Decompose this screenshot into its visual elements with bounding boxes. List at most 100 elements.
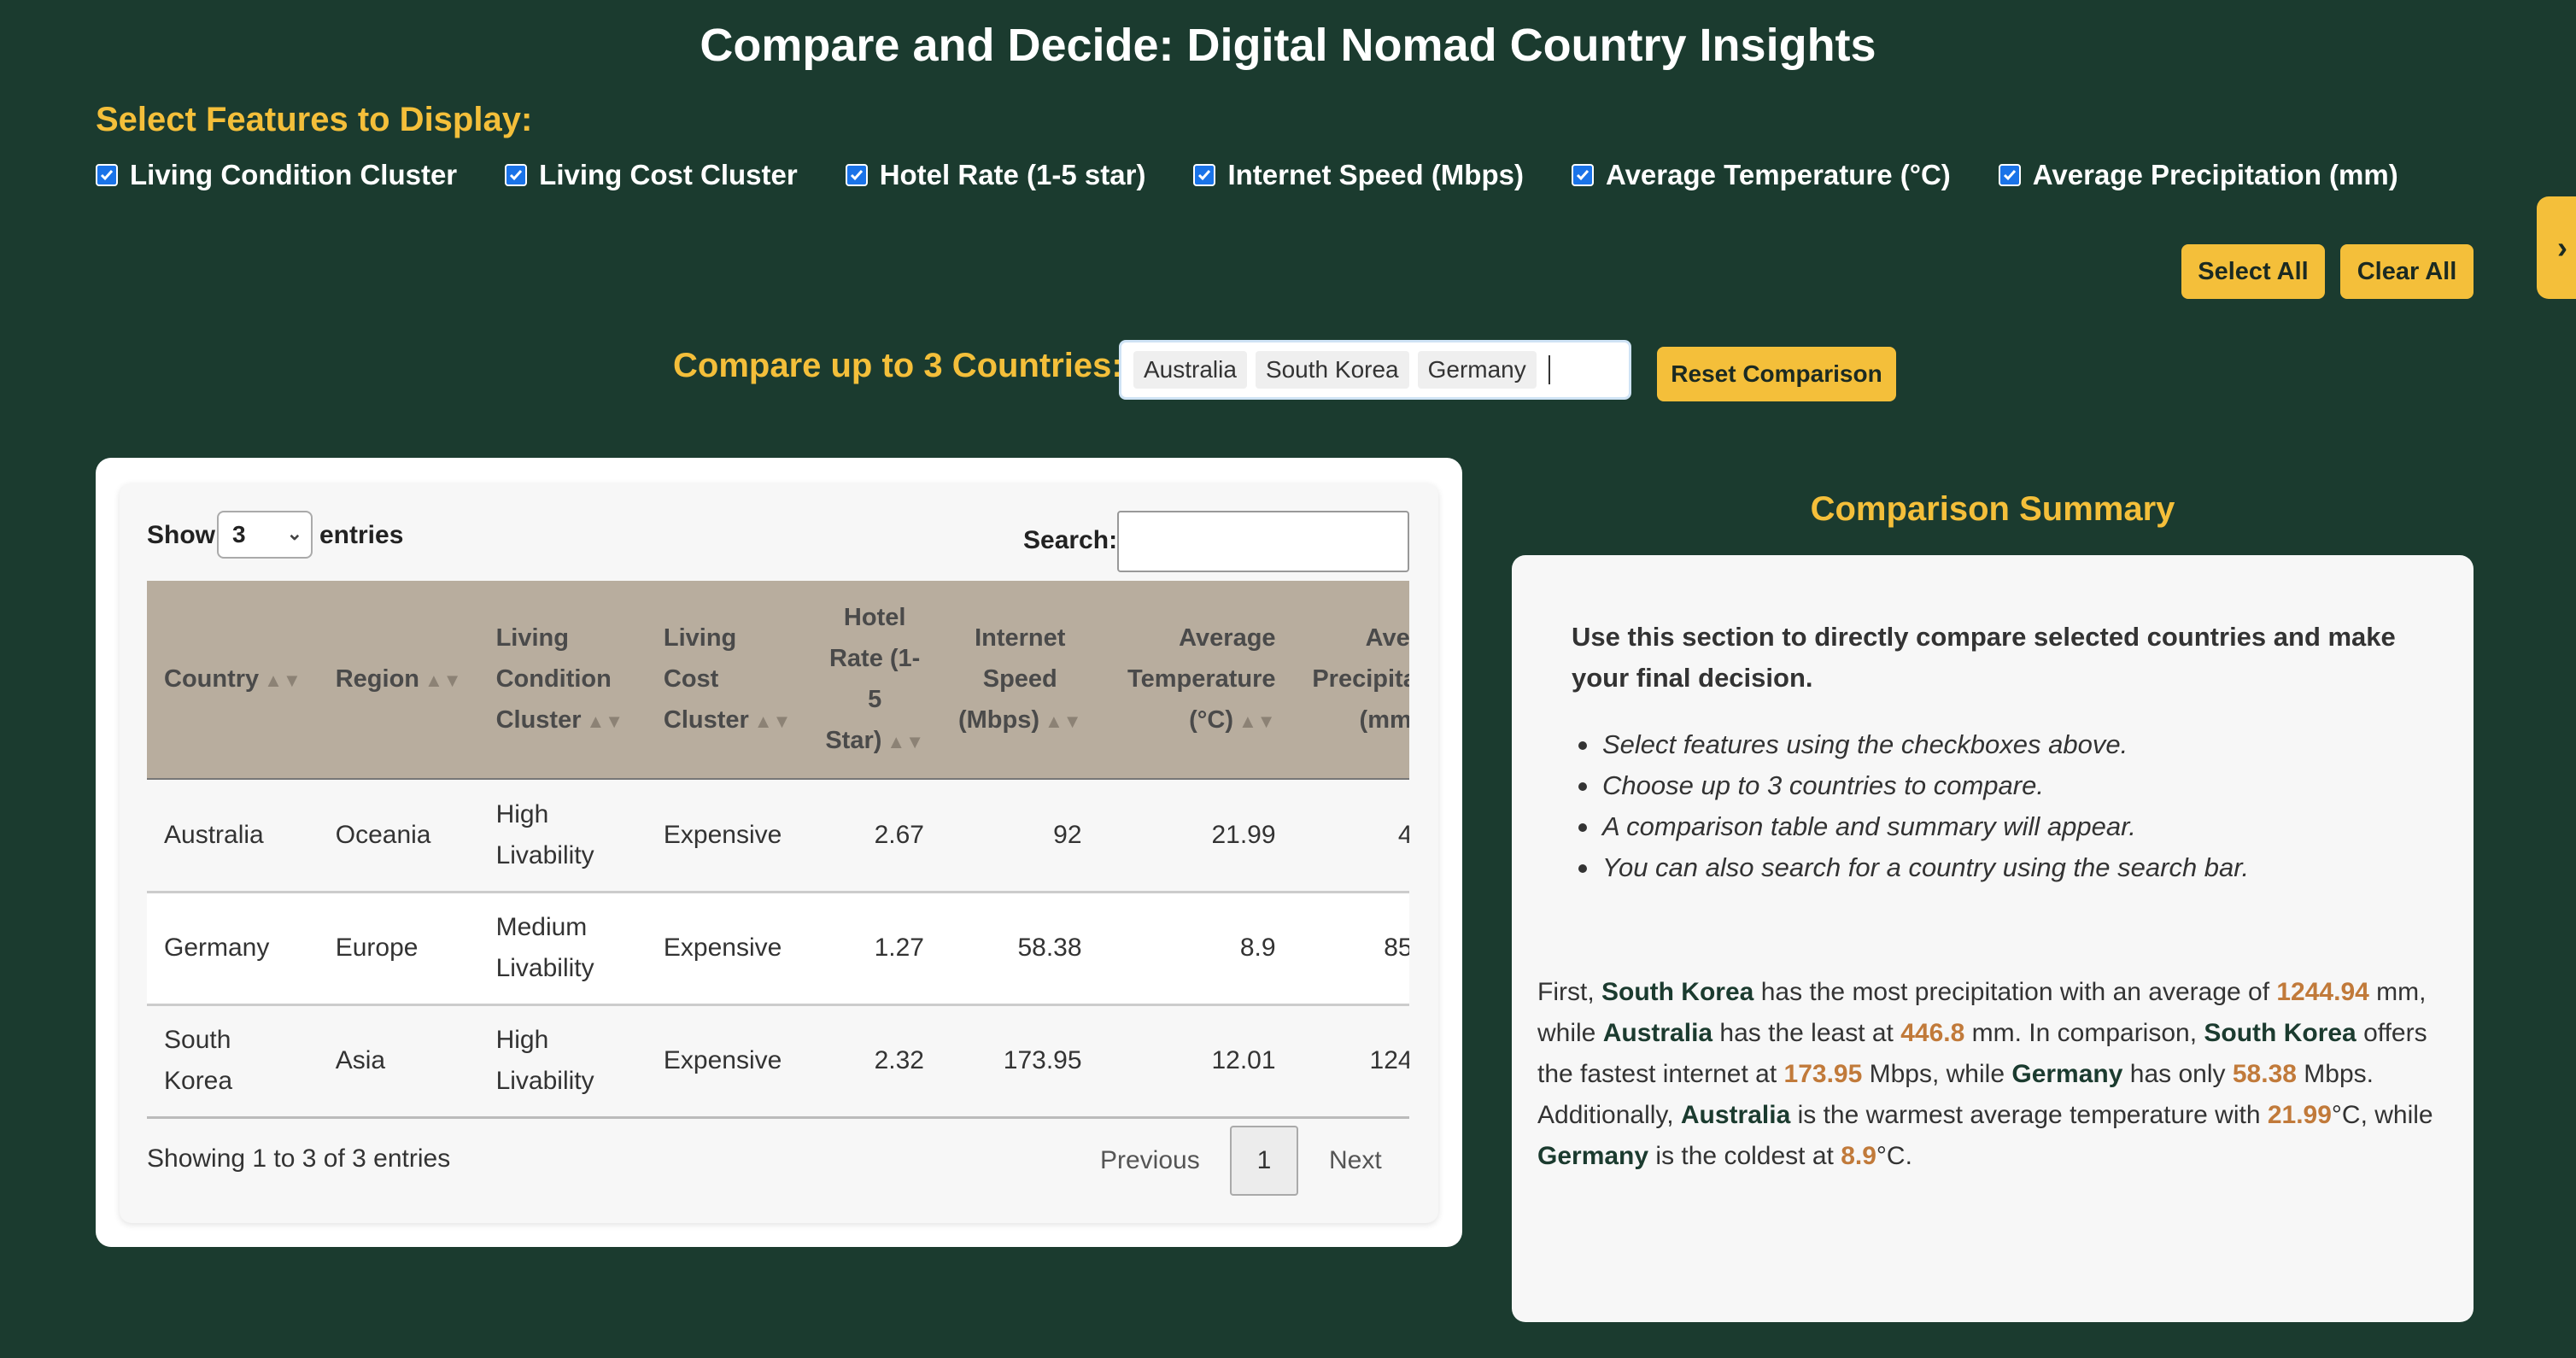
table-row: Australia Oceania High Livability Expens… (147, 779, 1409, 893)
country-name: Australia (1680, 1101, 1791, 1129)
highlight-value: 173.95 (1783, 1060, 1863, 1088)
summary-intro: Use this section to directly compare sel… (1572, 622, 2396, 693)
cell-living-condition: High Livability (478, 1004, 647, 1119)
country-chip[interactable]: South Korea (1255, 351, 1409, 389)
table-header-row: Country ▲▼ Region ▲▼ Living Condition Clus… (147, 581, 1409, 780)
page-title: Compare and Decide: Digital Nomad Countr… (700, 20, 1876, 71)
feature-checkbox-group: Living Condition Cluster Living Cost Clu… (96, 159, 2446, 191)
cell-living-cost: Expensive (646, 779, 809, 893)
cell-internet-speed: 173.95 (940, 1004, 1099, 1119)
chevron-down-icon: ⌄ (286, 523, 302, 544)
cell-region: Europe (318, 892, 479, 1006)
cell-avg-precipitation: 851.12 (1292, 892, 1409, 1006)
checkbox-checked-icon[interactable] (505, 164, 528, 186)
next-page-button[interactable]: Next (1329, 1146, 1382, 1175)
highlight-value: 8.9 (1841, 1142, 1876, 1170)
cell-country: Australia (147, 779, 319, 893)
chevron-right-icon: › (2557, 230, 2567, 265)
sort-icon: ▲▼ (264, 669, 302, 691)
search-input[interactable] (1117, 511, 1409, 572)
sort-icon: ▲▼ (586, 710, 624, 732)
feature-living-cost[interactable]: Living Cost Cluster (505, 159, 798, 191)
checkbox-checked-icon[interactable] (1193, 164, 1216, 186)
country-chip[interactable]: Australia (1133, 351, 1247, 389)
select-all-button[interactable]: Select All (2181, 244, 2325, 299)
highlight-value: 1244.94 (2276, 978, 2369, 1006)
column-header-avg-precipitation[interactable]: Average Precipitation (mm)▲▼ (1292, 581, 1409, 780)
feature-label: Living Condition Cluster (130, 159, 458, 190)
sort-icon: ▲▼ (1045, 710, 1082, 732)
sidebar-toggle[interactable]: › (2537, 196, 2576, 299)
summary-instructions: Select features using the checkboxes abo… (1578, 724, 2249, 888)
column-header-internet-speed[interactable]: Internet Speed (Mbps) ▲▼ (940, 581, 1099, 780)
list-item: Choose up to 3 countries to compare. (1578, 765, 2249, 806)
country-name: Germany (2011, 1060, 2123, 1088)
cell-internet-speed: 58.38 (940, 892, 1099, 1006)
column-header-hotel-rate[interactable]: Hotel Rate (1-5 Star) ▲▼ (808, 581, 941, 780)
cell-internet-speed: 92 (940, 779, 1099, 893)
column-header-region[interactable]: Region ▲▼ (318, 581, 479, 780)
country-name: South Korea (1601, 978, 1754, 1006)
checkbox-checked-icon[interactable] (845, 164, 868, 186)
sort-icon: ▲▼ (424, 669, 462, 691)
feature-label: Average Temperature (°C) (1605, 159, 1951, 190)
previous-page-button[interactable]: Previous (1100, 1146, 1200, 1175)
feature-avg-precipitation[interactable]: Average Precipitation (mm) (1998, 159, 2398, 191)
country-name: South Korea (2204, 1019, 2356, 1047)
cell-avg-temperature: 21.99 (1098, 779, 1293, 893)
cell-hotel-rate: 1.27 (808, 892, 941, 1006)
cell-country: Germany (147, 892, 319, 1006)
text-caret (1548, 355, 1550, 384)
feature-label: Average Precipitation (mm) (2032, 159, 2398, 190)
feature-avg-temperature[interactable]: Average Temperature (°C) (1571, 159, 1951, 191)
country-name: Germany (1537, 1142, 1649, 1170)
column-header-living-condition[interactable]: Living Condition Cluster ▲▼ (478, 581, 647, 780)
sort-icon: ▲▼ (753, 710, 792, 732)
cell-avg-temperature: 8.9 (1098, 892, 1293, 1006)
country-chip[interactable]: Germany (1417, 351, 1537, 389)
cell-hotel-rate: 2.67 (808, 779, 941, 893)
list-item: A comparison table and summary will appe… (1578, 806, 2249, 847)
highlight-value: 58.38 (2232, 1060, 2297, 1088)
entries-per-page-select[interactable]: 3 ⌄ (217, 511, 313, 559)
column-header-living-cost[interactable]: Living Cost Cluster ▲▼ (646, 581, 809, 780)
clear-all-button[interactable]: Clear All (2340, 244, 2474, 299)
country-name: Australia (1602, 1019, 1713, 1047)
checkbox-checked-icon[interactable] (1998, 164, 2021, 186)
feature-label: Hotel Rate (1-5 star) (879, 159, 1146, 190)
show-label: Show (147, 521, 215, 549)
cell-living-cost: Expensive (646, 892, 809, 1006)
comparison-table-container[interactable]: Country ▲▼ Region ▲▼ Living Condition Clus… (147, 581, 1409, 1119)
checkbox-checked-icon[interactable] (1571, 164, 1594, 186)
list-item: You can also search for a country using … (1578, 847, 2249, 888)
feature-living-condition[interactable]: Living Condition Cluster (96, 159, 457, 191)
table-row: South Korea Asia High Livability Expensi… (147, 1004, 1409, 1119)
column-header-avg-temperature[interactable]: Average Temperature (°C) ▲▼ (1098, 581, 1293, 780)
cell-avg-precipitation: 1244.94 (1292, 1004, 1409, 1119)
country-multiselect-input[interactable]: Australia South Korea Germany (1119, 340, 1631, 400)
table-info: Showing 1 to 3 of 3 entries (147, 1144, 451, 1173)
page-number-button[interactable]: 1 (1230, 1126, 1298, 1196)
feature-internet-speed[interactable]: Internet Speed (Mbps) (1193, 159, 1524, 191)
reset-comparison-button[interactable]: Reset Comparison (1657, 347, 1896, 401)
column-header-country[interactable]: Country ▲▼ (147, 581, 319, 780)
cell-hotel-rate: 2.32 (808, 1004, 941, 1119)
cell-region: Oceania (318, 779, 479, 893)
feature-label: Living Cost Cluster (539, 159, 798, 190)
sort-icon: ▲▼ (887, 730, 924, 752)
sort-icon: ▲▼ (1238, 710, 1276, 732)
comparison-table: Country ▲▼ Region ▲▼ Living Condition Clus… (147, 581, 1409, 1119)
cell-avg-precipitation: 446.8 (1292, 779, 1409, 893)
table-row: Germany Europe Medium Livability Expensi… (147, 892, 1409, 1006)
checkbox-checked-icon[interactable] (96, 164, 118, 186)
cell-living-cost: Expensive (646, 1004, 809, 1119)
summary-heading: Comparison Summary (1810, 490, 2175, 528)
search-label: Search: (1023, 526, 1118, 554)
entries-label: entries (319, 521, 404, 549)
feature-hotel-rate[interactable]: Hotel Rate (1-5 star) (845, 159, 1146, 191)
compare-label: Compare up to 3 Countries: (673, 347, 1123, 384)
comparison-summary-text: First, South Korea has the most precipit… (1537, 978, 2433, 1170)
cell-region: Asia (318, 1004, 479, 1119)
cell-avg-temperature: 12.01 (1098, 1004, 1293, 1119)
cell-country: South Korea (147, 1004, 319, 1119)
